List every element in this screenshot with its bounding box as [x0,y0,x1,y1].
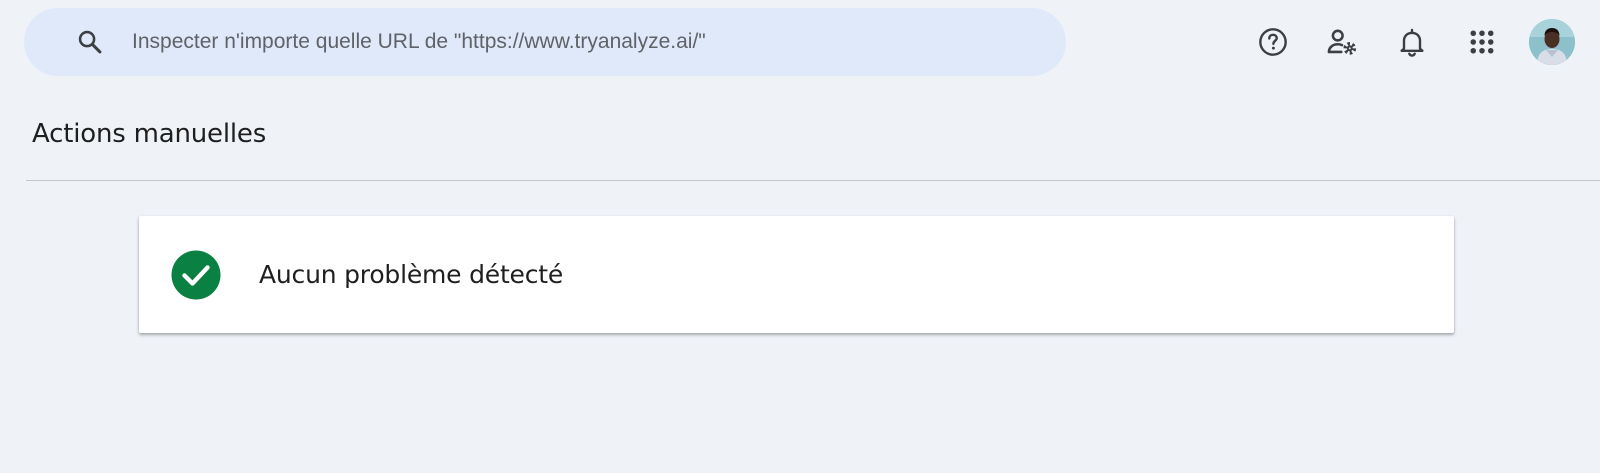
search-icon[interactable] [76,28,104,56]
apps-grid-icon[interactable] [1458,18,1506,66]
status-message: Aucun problème détecté [259,260,564,289]
status-card: Aucun problème détecté [139,216,1454,333]
notifications-icon[interactable] [1388,18,1436,66]
check-circle-icon [171,250,221,299]
search-input[interactable] [132,30,1032,54]
avatar[interactable] [1529,19,1575,65]
search-bar[interactable] [24,8,1066,76]
user-settings-icon[interactable] [1318,18,1366,66]
divider [26,180,1600,181]
help-icon[interactable] [1249,18,1297,66]
page-title: Actions manuelles [32,119,267,149]
